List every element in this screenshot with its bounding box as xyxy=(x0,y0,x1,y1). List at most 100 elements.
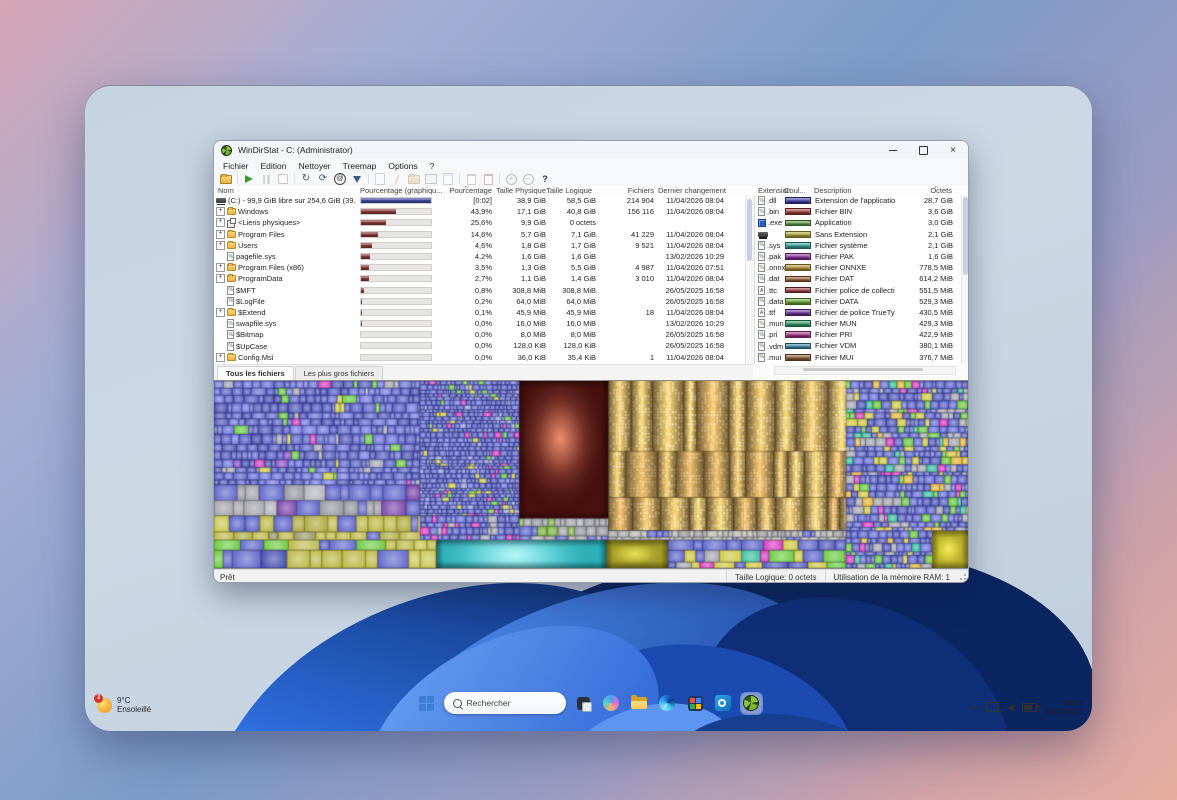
table-row[interactable]: (C:) - 99,9 GiB libre sur 254,6 GiB (39.… xyxy=(214,195,753,206)
menu-item-nettoyer[interactable]: Nettoyer xyxy=(293,161,337,171)
extension-row[interactable]: .priFichier PRI422,9 MiB xyxy=(755,329,969,340)
table-row[interactable]: +Program Files14,6%5,7 GiB7,1 GiB41 2291… xyxy=(214,229,753,240)
extension-row[interactable]: .dataFichier DATA529,3 MiB xyxy=(755,296,969,307)
refresh-all-button[interactable]: ↻ xyxy=(300,173,312,185)
search-input[interactable]: Rechercher xyxy=(444,692,566,714)
table-row[interactable]: pagefile.sys4,2%1,6 GiB1,6 GiB13/02/2026… xyxy=(214,251,753,262)
extension-row[interactable]: .ttfFichier de police TrueType430,5 MiB xyxy=(755,307,969,318)
refresh-selected-button[interactable]: ⟳ xyxy=(317,173,329,185)
taskbar-icon-explorer[interactable] xyxy=(629,693,650,714)
table-row[interactable]: +Users4,6%1,8 GiB1,7 GiB9 52111/04/2026 … xyxy=(214,240,753,251)
table-row[interactable]: swapfile.sys0,0%16,0 MiB16,0 MiB13/02/20… xyxy=(214,318,753,329)
extension-row[interactable]: .dllExtension de l'application28,7 GiB xyxy=(755,195,969,206)
extension-list-scrollbar[interactable] xyxy=(961,195,969,364)
expander-icon[interactable]: + xyxy=(216,241,225,250)
taskbar-icon-windirstat[interactable] xyxy=(741,693,762,714)
maximize-button[interactable] xyxy=(908,141,938,159)
file-list-scrollbar[interactable] xyxy=(745,195,753,364)
extension-row[interactable]: .binFichier BIN3,6 GiB xyxy=(755,206,969,217)
column-header-3[interactable]: Taille Physique xyxy=(490,186,546,195)
column-header-0[interactable]: Nom xyxy=(218,186,338,195)
status-ram-usage: Utilisation de la mémoire RAM: 1 xyxy=(825,570,958,583)
menu-item-options[interactable]: Options xyxy=(382,161,423,171)
table-row[interactable]: $MFT0,8%308,8 MiB308,8 MiB26/05/2025 16:… xyxy=(214,285,753,296)
close-button[interactable]: × xyxy=(938,141,968,159)
table-row[interactable]: $Bitmap0,0%8,0 MiB8,0 MiB26/05/2025 16:5… xyxy=(214,329,753,340)
cell-date: 11/04/2026 08:04 xyxy=(658,240,724,251)
expander-icon[interactable]: + xyxy=(216,263,225,272)
battery-icon[interactable] xyxy=(1022,703,1037,712)
cast-icon[interactable] xyxy=(986,702,999,712)
extension-row[interactable]: .datFichier DAT614,2 MiB xyxy=(755,273,969,284)
table-row[interactable]: $UpCase0,0%128,0 KiB128,0 KiB26/05/2025 … xyxy=(214,340,753,351)
taskbar-icon-outlook[interactable] xyxy=(713,693,734,714)
expander-icon[interactable]: + xyxy=(216,274,225,283)
extension-row[interactable]: .pakFichier PAK1,6 GiB xyxy=(755,251,969,262)
resize-grip[interactable] xyxy=(958,574,966,582)
ext-column-header-3[interactable]: Octets˄ xyxy=(894,186,952,195)
extension-row[interactable]: .munFichier MUN429,3 MiB xyxy=(755,318,969,329)
expander-icon[interactable]: + xyxy=(216,218,225,227)
weather-widget[interactable]: 3 9°C Ensoleillé xyxy=(97,696,151,714)
extension-row[interactable]: .onnxeFichier ONNXE778,5 MiB xyxy=(755,262,969,273)
menu-item-edition[interactable]: Edition xyxy=(255,161,293,171)
extension-row[interactable]: .exeApplication3,0 GiB xyxy=(755,217,969,228)
item-name: (C:) - 99,9 GiB libre sur 254,6 GiB (39.… xyxy=(228,196,356,205)
extension-row[interactable] xyxy=(755,363,969,364)
table-row[interactable]: $LogFile0,2%64,0 MiB64,0 MiB26/05/2025 1… xyxy=(214,296,753,307)
menu-item-fichier[interactable]: Fichier xyxy=(217,161,255,171)
tray-chevron-icon[interactable] xyxy=(971,704,979,712)
folder-icon xyxy=(227,242,236,249)
extension-row[interactable]: .sysFichier système2,1 GiB xyxy=(755,240,969,251)
extension-list-hscrollbar[interactable] xyxy=(774,366,956,375)
tab-all-files[interactable]: Tous les fichiers xyxy=(217,366,294,380)
extension-bytes: 2,1 GiB xyxy=(895,229,953,240)
taskbar-icon-edge[interactable] xyxy=(657,693,678,714)
expander-icon[interactable]: + xyxy=(216,308,225,317)
extension-row[interactable]: Sans Extension2,1 GiB xyxy=(755,229,969,240)
file-icon xyxy=(758,196,765,205)
treemap-canvas[interactable] xyxy=(214,381,968,568)
extension-bytes: 422,9 MiB xyxy=(895,329,953,340)
taskbar-icon-m365[interactable] xyxy=(685,693,706,714)
expander-icon[interactable]: + xyxy=(216,353,225,362)
menu-item-treemap[interactable]: Treemap xyxy=(337,161,383,171)
extension-row[interactable]: .muiFichier MUI376,7 MiB xyxy=(755,352,969,363)
table-row[interactable]: +Windows43,9%17,1 GiB40,8 GiB156 11611/0… xyxy=(214,206,753,217)
table-row[interactable]: +Config.Msi0,0%36,0 KiB35,4 KiB111/04/20… xyxy=(214,352,753,363)
table-row[interactable]: +<Liens physiques>25,6%9,9 GiB0 octets xyxy=(214,217,753,228)
table-row[interactable]: +ProgramData2,7%1,1 GiB1,4 GiB3 01011/04… xyxy=(214,273,753,284)
tab-biggest-files[interactable]: Les plus gros fichiers xyxy=(295,366,383,380)
open-folder-button[interactable] xyxy=(220,173,232,185)
extension-row[interactable]: .ttcFichier police de collection Tr...55… xyxy=(755,285,969,296)
ext-column-header-1[interactable]: Coul... xyxy=(784,186,812,195)
cell-date: 11/04/2026 08:04 xyxy=(658,229,724,240)
filter-button[interactable] xyxy=(351,173,363,185)
table-row[interactable]: +$Extend0,1%45,9 MiB45,9 MiB1811/04/2026… xyxy=(214,307,753,318)
taskbar-icon-copilot[interactable] xyxy=(601,693,622,714)
weather-condition: Ensoleillé xyxy=(117,705,151,714)
play-button[interactable] xyxy=(243,173,255,185)
help-button[interactable]: ? xyxy=(539,173,551,185)
percentage-bar xyxy=(360,231,432,238)
color-swatch xyxy=(785,354,811,361)
taskbar-icon-start[interactable] xyxy=(416,693,437,714)
speaker-icon[interactable]: ◀) xyxy=(1007,703,1014,712)
extension-name: .bin xyxy=(767,207,779,216)
expander-icon[interactable]: + xyxy=(216,230,225,239)
ext-column-header-2[interactable]: Description xyxy=(814,186,894,195)
table-row[interactable]: +Program Files (x86)3,5%1,3 GiB5,5 GiB4 … xyxy=(214,262,753,273)
extension-row[interactable]: .vdmFichier VDM380,1 MiB xyxy=(755,340,969,351)
expander-icon[interactable]: + xyxy=(216,207,225,216)
column-header-2[interactable]: Pourcentage˄ xyxy=(412,186,492,195)
clock[interactable]: 08:05 11/04/2026 xyxy=(1045,698,1082,716)
column-header-6[interactable]: Dernier changement xyxy=(658,186,738,195)
search-files-button[interactable]: @ xyxy=(334,173,346,185)
title-bar[interactable]: WinDirStat - C: (Administrator) × xyxy=(214,141,968,159)
column-header-4[interactable]: Taille Logique xyxy=(544,186,592,195)
minimize-button[interactable] xyxy=(878,141,908,159)
column-header-5[interactable]: Fichiers xyxy=(600,186,654,195)
taskbar-icon-task-view[interactable] xyxy=(573,693,594,714)
menu-item-[interactable]: ? xyxy=(424,161,441,171)
cell-files xyxy=(600,329,654,340)
